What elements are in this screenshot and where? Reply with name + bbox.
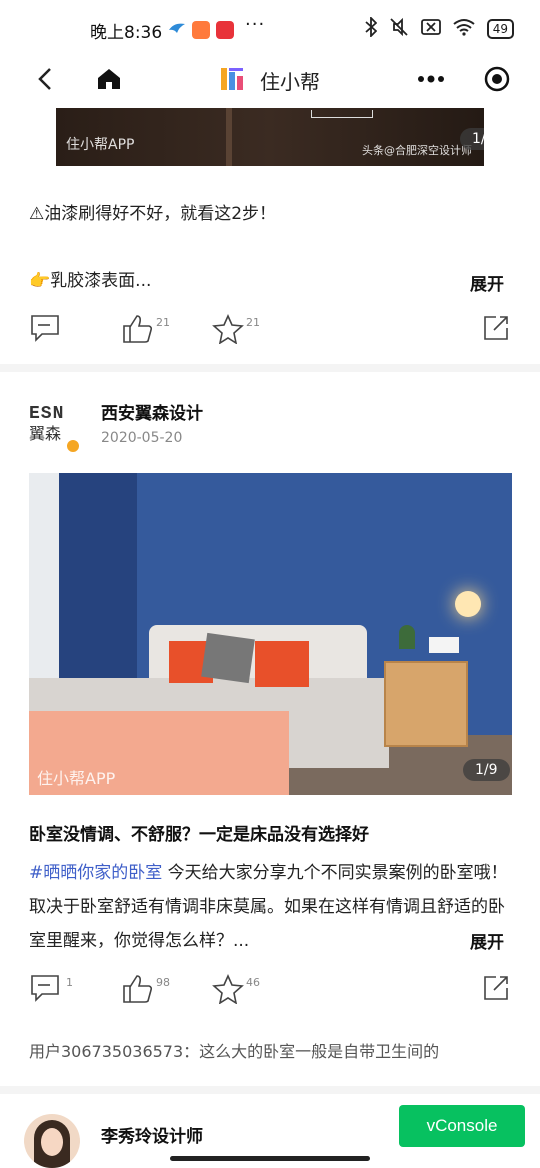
- pillow-gray: [201, 632, 255, 684]
- post2-title: 卧室没情调、不舒服？一定是床品没有选择好: [29, 825, 369, 845]
- post2-description: #晒晒你家的卧室 今天给大家分享九个不同实景案例的卧室哦！取决于卧室舒适有情调非…: [29, 856, 511, 958]
- post3-author-name[interactable]: 李秀玲设计师: [101, 1122, 203, 1147]
- mute-icon: [389, 17, 409, 41]
- post1-like-count: 21: [156, 316, 170, 329]
- post2-author-row[interactable]: ESN 翼森 西安翼森设计 2020-05-20: [0, 396, 540, 456]
- image-watermark: 住小帮APP: [37, 769, 116, 788]
- post-divider: [0, 1086, 540, 1094]
- post1-action-bar: 21 21: [0, 314, 540, 354]
- verified-badge-icon: [65, 438, 81, 454]
- wall-lamp: [455, 591, 481, 617]
- star-icon: [212, 974, 244, 1004]
- home-icon: [98, 69, 120, 89]
- post2-like-button[interactable]: 98: [122, 974, 170, 1004]
- bluetooth-icon: [365, 15, 378, 41]
- more-options-button[interactable]: [414, 62, 448, 96]
- post2-image-carousel[interactable]: 住小帮APP 1/9: [29, 473, 512, 795]
- post1-favorite-count: 21: [246, 316, 260, 329]
- post2-comment-button[interactable]: 1: [30, 974, 73, 1002]
- battery-indicator: 49: [486, 19, 514, 39]
- image-watermark: 住小帮APP: [66, 137, 135, 153]
- curtain: [59, 473, 137, 693]
- pillow-orange-right: [255, 641, 309, 687]
- author-logo-text: ESN: [29, 404, 65, 424]
- thumbs-up-icon: [123, 975, 153, 1003]
- post2-comment-preview[interactable]: 用户306735036573：这么大的卧室一般是自带卫生间的: [29, 1038, 439, 1062]
- sim-off-icon: [420, 18, 441, 40]
- status-app-icons: [168, 20, 234, 39]
- reader-app-icon: [216, 20, 234, 39]
- post2-post-date: 2020-05-20: [101, 430, 183, 446]
- status-bar: 晚上8:36 ··· 49: [0, 0, 540, 58]
- post2-share-button[interactable]: [482, 974, 510, 1002]
- post2-hashtag[interactable]: #晒晒你家的卧室: [29, 863, 162, 883]
- post1-text-line1: ⚠油漆刷得好不好，就看这2步！: [29, 204, 277, 224]
- back-button[interactable]: [30, 62, 60, 96]
- image-counter: 1/9: [463, 759, 510, 781]
- close-mini-program-button[interactable]: [480, 62, 514, 96]
- comment-icon: [31, 315, 59, 342]
- post2-favorite-button[interactable]: 46: [212, 974, 260, 1004]
- post1-comment-button[interactable]: [30, 314, 60, 342]
- post2-author-avatar[interactable]: ESN 翼森: [29, 404, 81, 454]
- wall-outlet: [429, 637, 459, 653]
- mini-program-nav-bar: 住小帮: [0, 58, 540, 100]
- post1-text-line2: 👉乳胶漆表面...: [29, 271, 152, 291]
- post2-favorite-count: 46: [246, 976, 260, 989]
- post2-expand-button[interactable]: 展开: [470, 928, 504, 953]
- share-icon: [484, 976, 508, 1000]
- post2-author-name[interactable]: 西安翼森设计: [101, 399, 203, 424]
- bird-app-icon: [168, 20, 186, 39]
- post1-favorite-button[interactable]: 21: [212, 314, 260, 344]
- page-title: 住小帮: [260, 70, 320, 94]
- home-indicator[interactable]: [170, 1156, 370, 1161]
- image-source-watermark: 头条@合肥深空设计师: [362, 144, 472, 157]
- thumbs-up-icon: [123, 315, 153, 343]
- home-button[interactable]: [94, 62, 124, 96]
- vconsole-button[interactable]: vConsole: [399, 1105, 525, 1147]
- post1-image-carousel[interactable]: 住小帮APP 头条@合肥深空设计师 1/9: [56, 108, 484, 166]
- post1-share-button[interactable]: [482, 314, 510, 342]
- status-right-icons: 49: [365, 15, 514, 41]
- shelf-decor: [311, 110, 373, 118]
- share-icon: [484, 316, 508, 340]
- wifi-icon: [453, 18, 475, 40]
- post2-like-count: 98: [156, 976, 170, 989]
- post1-expand-button[interactable]: 展开: [470, 270, 504, 295]
- status-time: 晚上8:36: [90, 23, 163, 43]
- post2-action-bar: 1 98 46: [0, 974, 540, 1014]
- image-counter: 1/9: [460, 128, 484, 150]
- more-dots-icon: [418, 75, 444, 83]
- plant: [399, 625, 415, 649]
- star-icon: [212, 314, 244, 344]
- nightstand: [384, 661, 468, 747]
- comment-icon: [31, 975, 59, 1002]
- taobao-app-icon: [192, 20, 210, 39]
- chevron-left-icon: [38, 68, 51, 90]
- post2-comment-count: 1: [66, 976, 73, 989]
- post1-like-button[interactable]: 21: [122, 314, 170, 344]
- post-divider: [0, 364, 540, 372]
- zhuxiaobang-logo-icon: [220, 66, 246, 96]
- avatar-face: [41, 1128, 63, 1156]
- doorframe-decor: [226, 108, 232, 166]
- post3-author-avatar[interactable]: [24, 1114, 80, 1168]
- status-more-dots: ···: [245, 14, 266, 35]
- target-icon: [484, 66, 510, 92]
